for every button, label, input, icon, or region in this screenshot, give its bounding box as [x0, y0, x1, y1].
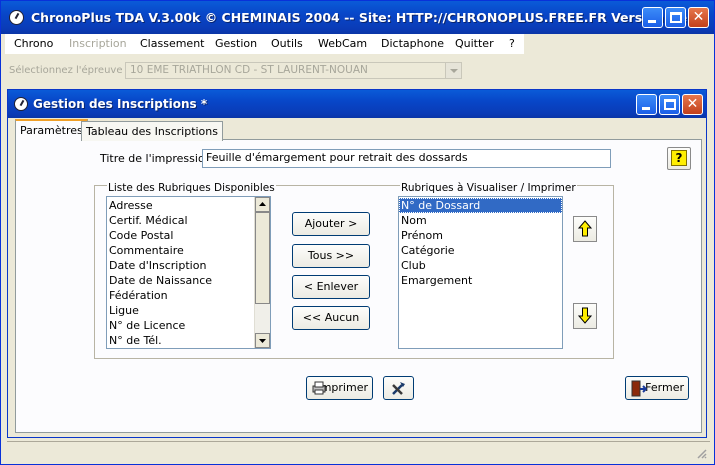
list-item[interactable]: N° de Tél.: [107, 333, 254, 348]
child-maximize-button[interactable]: [659, 94, 680, 115]
menu-classement[interactable]: Classement: [140, 37, 204, 50]
menu-inscription[interactable]: Inscription: [69, 37, 127, 50]
inscriptions-window-title: Gestion des Inscriptions *: [33, 97, 208, 111]
menu-chrono[interactable]: Chrono: [14, 37, 53, 50]
help-button[interactable]: ?: [667, 147, 691, 170]
list-item[interactable]: Catégorie: [399, 243, 562, 258]
inscriptions-window: Gestion des Inscriptions * ✕ Paramètres …: [7, 89, 707, 438]
resize-grip-icon[interactable]: [695, 447, 707, 459]
arrow-down-small-icon: [259, 339, 266, 343]
main-title-bar[interactable]: ChronoPlus TDA V.3.00k © CHEMINAIS 2004 …: [1, 1, 714, 34]
print-button[interactable]: Imprimer: [306, 376, 373, 400]
available-items-container: Adresse Certif. Médical Code Postal Comment…: [107, 198, 254, 348]
close-icon: ✕: [692, 9, 705, 25]
event-select-label: Sélectionnez l'épreuve :: [9, 65, 130, 76]
arrow-up-small-icon: [259, 202, 266, 206]
chevron-down-icon[interactable]: [445, 63, 461, 78]
exit-door-icon: [631, 380, 647, 397]
list-item[interactable]: Adresse: [107, 198, 254, 213]
add-field-label: Ajouter >: [304, 217, 358, 230]
list-item[interactable]: Certif. Médical: [107, 213, 254, 228]
add-all-fields-button[interactable]: Tous >>: [292, 244, 370, 268]
tab-tableau-inscriptions[interactable]: Tableau des Inscriptions: [81, 121, 223, 141]
arrow-down-icon: [577, 307, 593, 324]
available-list-title: Liste des Rubriques Disponibles: [107, 182, 276, 194]
menu-webcam[interactable]: WebCam: [318, 37, 367, 50]
selected-fields-list[interactable]: N° de Dossard Nom Prénom Catégorie Club Emarg…: [398, 196, 563, 349]
chronoplus-app-icon[interactable]: [9, 10, 24, 25]
list-item[interactable]: Prénom: [399, 228, 562, 243]
menu-bar: Chrono Inscription Classement Gestion Ou…: [5, 34, 524, 54]
event-select[interactable]: 10 EME TRIATHLON CD - ST LAURENT-NOUAN: [125, 62, 462, 79]
child-minimize-button[interactable]: [636, 94, 657, 115]
printer-icon: [312, 381, 326, 395]
maximize-button[interactable]: [665, 7, 686, 28]
list-item[interactable]: Emargement: [399, 273, 562, 288]
remove-field-label: < Enlever: [303, 280, 359, 293]
remove-all-fields-button[interactable]: << Aucun: [292, 306, 370, 330]
list-item[interactable]: Commentaire: [107, 243, 254, 258]
scroll-down-button[interactable]: [255, 333, 270, 348]
child-close-button[interactable]: ✕: [682, 94, 703, 115]
main-window-title: ChronoPlus TDA V.3.00k © CHEMINAIS 2004 …: [31, 10, 709, 25]
list-item[interactable]: N° de Licence: [107, 318, 254, 333]
available-list-scrollbar[interactable]: [254, 197, 270, 348]
menu-outils[interactable]: Outils: [271, 37, 303, 50]
list-item[interactable]: Date de Naissance: [107, 273, 254, 288]
move-up-button[interactable]: [573, 216, 597, 242]
minimize-button[interactable]: [642, 7, 663, 28]
list-item[interactable]: Club: [399, 258, 562, 273]
tab-parametres[interactable]: Paramètres: [15, 119, 88, 141]
close-label: Fermer: [645, 381, 684, 394]
remove-field-button[interactable]: < Enlever: [292, 275, 370, 299]
arrow-up-icon: [577, 220, 593, 237]
inscriptions-title-bar[interactable]: Gestion des Inscriptions * ✕: [8, 90, 706, 118]
tools-icon: [392, 382, 405, 395]
selected-items-container: N° de Dossard Nom Prénom Catégorie Club Emarg…: [399, 198, 562, 288]
add-field-button[interactable]: Ajouter >: [292, 212, 370, 236]
print-title-input[interactable]: Feuille d'émargement pour retrait des do…: [202, 149, 611, 168]
maximize-icon: [664, 99, 676, 110]
chronoplus-child-icon[interactable]: [14, 97, 28, 111]
move-down-button[interactable]: [573, 303, 597, 329]
add-all-label: Tous >>: [307, 249, 355, 262]
main-window: ChronoPlus TDA V.3.00k © CHEMINAIS 2004 …: [0, 0, 715, 465]
scroll-up-button[interactable]: [255, 197, 270, 212]
menu-dictaphone[interactable]: Dictaphone: [381, 37, 444, 50]
tools-button[interactable]: [383, 376, 414, 400]
menu-quitter[interactable]: Quitter: [455, 37, 494, 50]
maximize-icon: [670, 12, 682, 23]
list-item[interactable]: Fédération: [107, 288, 254, 303]
event-select-value: 10 EME TRIATHLON CD - ST LAURENT-NOUAN: [130, 64, 368, 76]
close-icon: ✕: [686, 96, 699, 112]
remove-all-label: << Aucun: [302, 311, 360, 324]
close-button[interactable]: Fermer: [625, 376, 689, 400]
list-item[interactable]: Date d'Inscription: [107, 258, 254, 273]
selected-list-title: Rubriques à Visualiser / Imprimer: [400, 182, 577, 194]
minimize-icon: [648, 20, 656, 23]
help-icon: ?: [671, 150, 687, 166]
available-fields-list[interactable]: Adresse Certif. Médical Code Postal Comment…: [106, 196, 271, 349]
list-item[interactable]: Nom: [399, 213, 562, 228]
minimize-icon: [642, 107, 650, 110]
close-window-button[interactable]: ✕: [688, 7, 709, 28]
scroll-thumb[interactable]: [255, 212, 270, 304]
list-item[interactable]: Ligue: [107, 303, 254, 318]
list-item[interactable]: N° de Dossard: [399, 198, 562, 213]
menu-gestion[interactable]: Gestion: [215, 37, 257, 50]
menu-help[interactable]: ?: [509, 37, 515, 50]
list-item[interactable]: Code Postal: [107, 228, 254, 243]
status-bar: [7, 441, 710, 461]
